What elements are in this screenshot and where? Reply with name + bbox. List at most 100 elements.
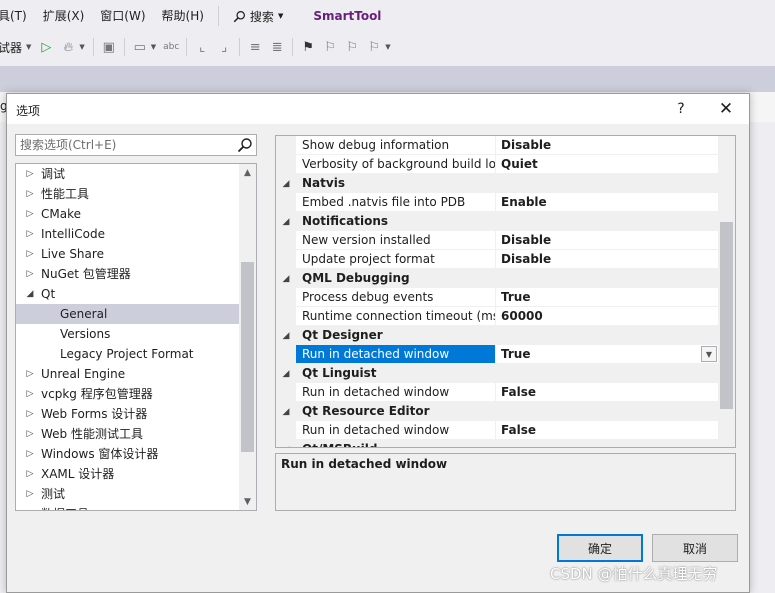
property-row[interactable]: Run in detached window True ▼ xyxy=(276,345,718,364)
menu-help[interactable]: 帮助(H) xyxy=(154,0,212,32)
expand-arrow-icon[interactable]: ▷ xyxy=(25,384,35,404)
tree-item[interactable]: Versions xyxy=(16,324,239,344)
tree-item[interactable]: ▷ 数据工具 xyxy=(16,504,239,510)
menu-tools[interactable]: 工具(T) xyxy=(0,0,35,32)
window-layout-icon[interactable]: ▭ xyxy=(129,36,151,58)
property-category[interactable]: ◢ Notifications xyxy=(276,212,718,231)
scroll-up-icon[interactable]: ▲ xyxy=(239,164,256,181)
property-value[interactable]: True ▼ xyxy=(496,345,718,364)
collapse-arrow-icon[interactable]: ◢ xyxy=(276,364,296,383)
scroll-down-icon[interactable]: ▼ xyxy=(239,493,256,510)
debugger-label[interactable]: 试器 xyxy=(0,39,26,56)
cancel-button[interactable]: 取消 xyxy=(652,534,738,562)
indent-icon[interactable]: ≣ xyxy=(266,36,288,58)
start-debug-icon[interactable]: ▷ xyxy=(35,36,57,58)
tree-item[interactable]: ▷ 测试 xyxy=(16,484,239,504)
chevron-down-icon[interactable]: ▼ xyxy=(79,43,84,51)
property-value[interactable]: 60000 xyxy=(496,307,718,326)
tree-scrollbar[interactable]: ▲ ▼ xyxy=(239,164,256,510)
options-search[interactable] xyxy=(15,134,257,156)
property-row[interactable]: Process debug events True xyxy=(276,288,718,307)
tree-item[interactable]: ▷ vcpkg 程序包管理器 xyxy=(16,384,239,404)
expand-arrow-icon[interactable]: ▷ xyxy=(25,224,35,244)
tree-item[interactable]: ▷ 调试 xyxy=(16,164,239,184)
collapse-arrow-icon[interactable]: ◢ xyxy=(276,174,296,193)
property-value[interactable]: False xyxy=(496,383,718,402)
tree-scroll-thumb[interactable] xyxy=(241,262,254,452)
property-value[interactable]: True xyxy=(496,288,718,307)
tree-item[interactable]: ▷ Unreal Engine xyxy=(16,364,239,384)
tree-item[interactable]: ▷ XAML 设计器 xyxy=(16,464,239,484)
hot-reload-icon[interactable]: 🔥︎ xyxy=(57,36,79,58)
comment-icon[interactable]: ⌞ xyxy=(191,36,213,58)
prev-bookmark-icon[interactable]: ⚐ xyxy=(319,36,341,58)
property-value[interactable]: Disable xyxy=(496,250,718,269)
property-row[interactable]: New version installed Disable xyxy=(276,231,718,250)
property-row[interactable]: Run in detached window False xyxy=(276,421,718,440)
property-value[interactable]: Disable xyxy=(496,136,718,155)
dialog-titlebar[interactable]: 选项 ? ✕ xyxy=(7,94,749,124)
menu-search[interactable]: 搜索 ▼ xyxy=(225,8,291,25)
collapse-arrow-icon[interactable]: ◢ xyxy=(276,440,296,447)
tree-item[interactable]: ▷ Web 性能测试工具 xyxy=(16,424,239,444)
next-bookmark-icon[interactable]: ⚐ xyxy=(341,36,363,58)
search-icon[interactable] xyxy=(237,137,253,153)
property-category[interactable]: ◢ Qt Resource Editor xyxy=(276,402,718,421)
tree-item[interactable]: ◢ Qt xyxy=(16,284,239,304)
expand-arrow-icon[interactable]: ▷ xyxy=(25,404,35,424)
property-value[interactable]: Quiet xyxy=(496,155,718,174)
property-row[interactable]: Verbosity of background build lo Quiet xyxy=(276,155,718,174)
property-row[interactable]: Show debug information Disable xyxy=(276,136,718,155)
chevron-down-icon[interactable]: ▼ xyxy=(26,43,31,51)
tree-item[interactable]: ▷ Web Forms 设计器 xyxy=(16,404,239,424)
expand-arrow-icon[interactable]: ▷ xyxy=(25,484,35,504)
tree-item[interactable]: General xyxy=(16,304,239,324)
expand-arrow-icon[interactable]: ▷ xyxy=(25,264,35,284)
tree-item[interactable]: ▷ NuGet 包管理器 xyxy=(16,264,239,284)
property-value[interactable]: False xyxy=(496,421,718,440)
spell-check-icon[interactable]: abc xyxy=(160,36,182,58)
collapse-arrow-icon[interactable]: ◢ xyxy=(276,212,296,231)
expand-arrow-icon[interactable]: ▷ xyxy=(25,164,35,184)
tree-item[interactable]: ▷ Windows 窗体设计器 xyxy=(16,444,239,464)
clear-bookmarks-icon[interactable]: ⚐ xyxy=(363,36,385,58)
grid-scrollbar[interactable] xyxy=(718,136,735,447)
tree-item[interactable]: Legacy Project Format xyxy=(16,344,239,364)
chevron-down-icon[interactable]: ▼ xyxy=(385,43,390,51)
property-category[interactable]: ◢ Qt Linguist xyxy=(276,364,718,383)
expand-arrow-icon[interactable]: ▷ xyxy=(25,504,35,510)
property-value[interactable]: Enable xyxy=(496,193,718,212)
tree-item[interactable]: ▷ CMake xyxy=(16,204,239,224)
expand-arrow-icon[interactable]: ▷ xyxy=(25,244,35,264)
ok-button[interactable]: 确定 xyxy=(557,534,643,562)
expand-arrow-icon[interactable]: ▷ xyxy=(25,444,35,464)
expand-arrow-icon[interactable]: ▷ xyxy=(25,464,35,484)
help-button[interactable]: ? xyxy=(669,94,693,124)
collapse-arrow-icon[interactable]: ◢ xyxy=(276,269,296,288)
chevron-down-icon[interactable]: ▼ xyxy=(151,43,156,51)
menu-window[interactable]: 窗口(W) xyxy=(92,0,153,32)
property-category[interactable]: ◢ Qt Designer xyxy=(276,326,718,345)
expand-arrow-icon[interactable]: ▷ xyxy=(25,424,35,444)
expand-arrow-icon[interactable]: ▷ xyxy=(25,364,35,384)
uncomment-icon[interactable]: ⌟ xyxy=(213,36,235,58)
property-category[interactable]: ◢ QML Debugging xyxy=(276,269,718,288)
outdent-icon[interactable]: ≡ xyxy=(244,36,266,58)
property-category[interactable]: ◢Qt/MSBuild xyxy=(276,440,718,447)
property-value[interactable]: Disable xyxy=(496,231,718,250)
menu-extensions[interactable]: 扩展(X) xyxy=(35,0,93,32)
collapse-arrow-icon[interactable]: ◢ xyxy=(276,326,296,345)
property-category[interactable]: ◢ Natvis xyxy=(276,174,718,193)
tree-item[interactable]: ▷ IntelliCode xyxy=(16,224,239,244)
property-row[interactable]: Update project format Disable xyxy=(276,250,718,269)
close-button[interactable]: ✕ xyxy=(707,94,745,124)
tree-item[interactable]: ▷ 性能工具 xyxy=(16,184,239,204)
collapse-arrow-icon[interactable]: ◢ xyxy=(276,402,296,421)
property-row[interactable]: Run in detached window False xyxy=(276,383,718,402)
expand-arrow-icon[interactable]: ▷ xyxy=(25,184,35,204)
solution-explorer-icon[interactable]: ▣ xyxy=(98,36,120,58)
property-row[interactable]: Embed .natvis file into PDB Enable xyxy=(276,193,718,212)
options-search-input[interactable] xyxy=(16,135,226,155)
expand-arrow-icon[interactable]: ▷ xyxy=(25,204,35,224)
bookmark-icon[interactable]: ⚑ xyxy=(297,36,319,58)
